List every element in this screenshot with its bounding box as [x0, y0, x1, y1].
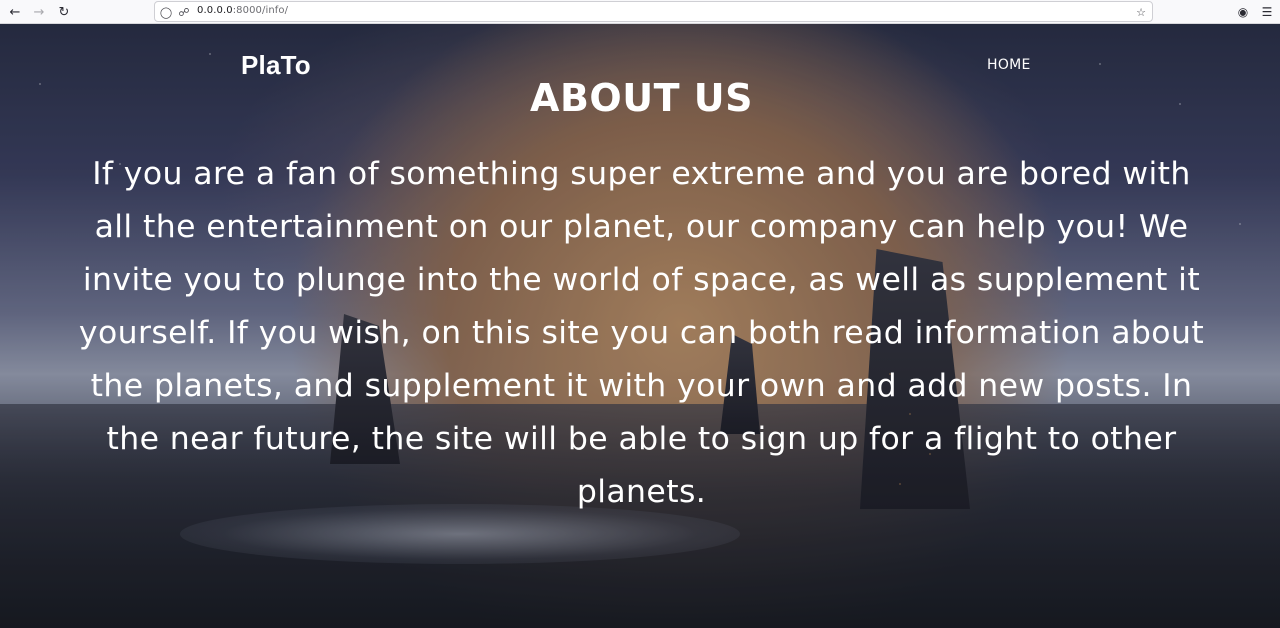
pocket-button[interactable]: ◉ [1234, 3, 1252, 21]
address-bar[interactable]: ◯ ☍ 0.0.0.0:8000/info/ ☆ [154, 1, 1153, 22]
url-path: :8000/info/ [232, 5, 289, 16]
menu-button[interactable]: ☰ [1258, 3, 1276, 21]
reload-button[interactable]: ↻ [55, 3, 73, 21]
url-text[interactable]: 0.0.0.0:8000/info/ [197, 5, 288, 16]
arrow-left-icon: ← [9, 4, 21, 20]
back-button[interactable]: ← [6, 3, 24, 21]
forward-button[interactable]: → [30, 3, 48, 21]
star-icon[interactable]: ☆ [1134, 5, 1148, 19]
url-host: 0.0.0.0 [197, 5, 233, 16]
pocket-icon: ◉ [1237, 5, 1249, 19]
insecure-lock-icon[interactable]: ☍ [177, 5, 191, 19]
hamburger-menu-icon: ☰ [1261, 5, 1273, 19]
shield-icon[interactable]: ◯ [159, 5, 173, 19]
browser-toolbar: ← → ↻ ◯ ☍ 0.0.0.0:8000/info/ ☆ ◉ ☰ [0, 0, 1280, 24]
arrow-right-icon: → [33, 4, 45, 20]
about-paragraph: If you are a fan of something super extr… [78, 156, 1205, 510]
page-title: ABOUT US [530, 76, 753, 120]
nav-home-link[interactable]: HOME [987, 57, 1031, 73]
page-viewport: PlaTo HOME ABOUT US If you are a fan of … [0, 24, 1280, 628]
reload-icon: ↻ [58, 4, 70, 20]
